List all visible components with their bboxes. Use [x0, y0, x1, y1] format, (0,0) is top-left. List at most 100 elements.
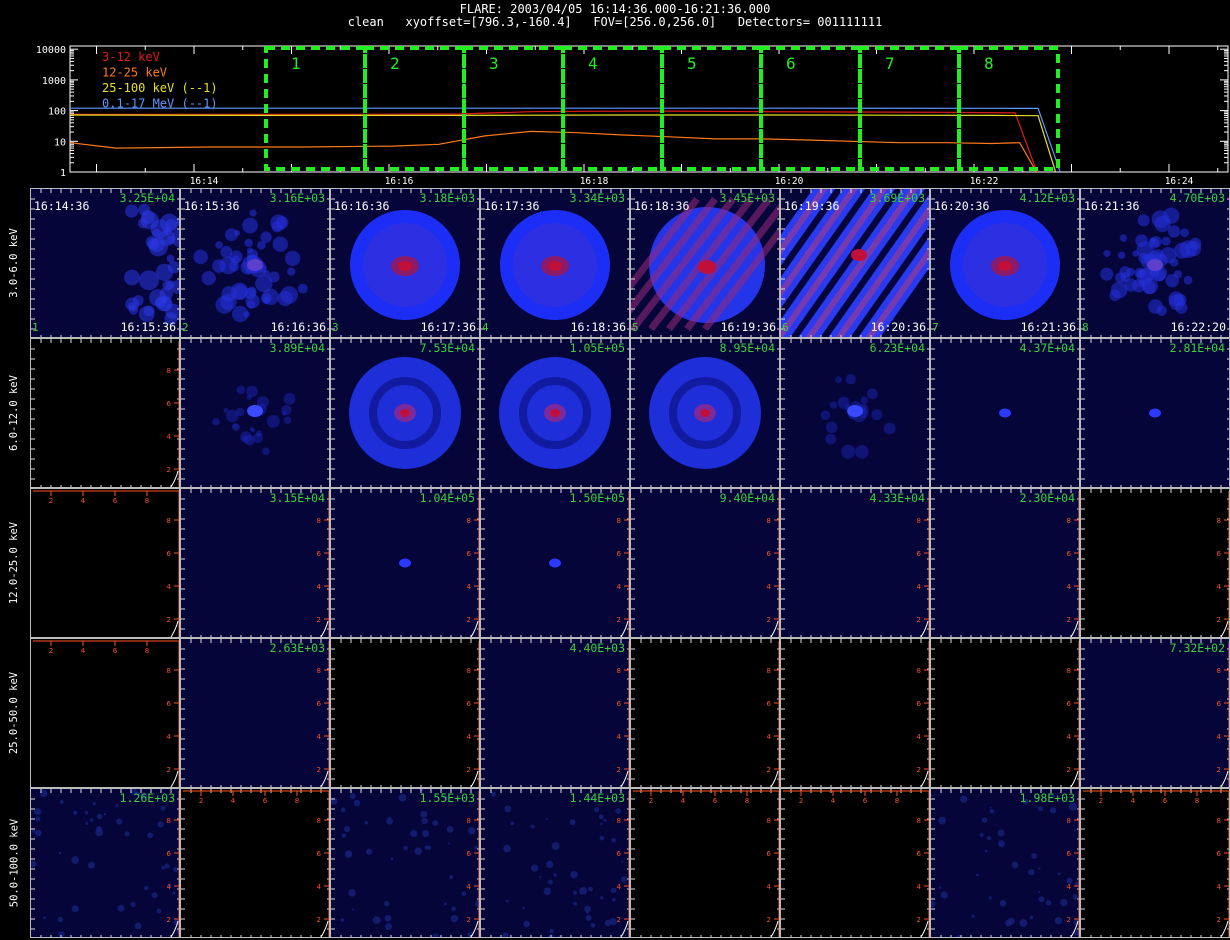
noise-speckle: [117, 904, 125, 912]
emission-speckle: [1183, 275, 1193, 285]
noise-speckle: [340, 807, 346, 813]
noise-speckle: [551, 842, 560, 851]
dummy-axis-label: 6: [467, 850, 472, 858]
noise-speckle: [573, 901, 578, 906]
image-cell: 3.89E+04: [180, 338, 330, 488]
image-cell: 2 4 6 8 2 4 6 8: [1080, 788, 1230, 938]
dummy-axis-label: 2: [167, 466, 171, 474]
dummy-axis-label: 8: [1217, 517, 1221, 525]
image-canvas: 2 4 6 8: [331, 789, 479, 937]
end-time-label: 16:17:36: [420, 320, 476, 334]
dummy-axis-label: 8: [1067, 667, 1071, 675]
dummy-axis-label: 2: [1217, 616, 1221, 624]
noise-speckle: [503, 844, 511, 853]
noise-speckle: [446, 825, 454, 833]
noise-speckle: [1038, 867, 1041, 870]
image-canvas: 2 4 6 8 2 4 6 8: [33, 640, 179, 787]
dummy-axis-label: 8: [767, 817, 771, 825]
image-cell: 16:17:36 4 16:18:36 3.34E+03: [480, 188, 630, 338]
emission-speckle: [841, 444, 856, 459]
emission-speckle: [245, 293, 260, 309]
image-cell: 2 4 6 8: [780, 638, 930, 788]
emission-speckle: [242, 217, 258, 234]
dummy-axis-label: 8: [167, 367, 171, 375]
image-cell: 1.05E+05: [480, 338, 630, 488]
noise-speckle: [161, 865, 166, 870]
dummy-axis-label: 8: [295, 797, 299, 805]
emission-speckle: [138, 203, 151, 216]
dummy-axis-label: 4: [167, 583, 172, 591]
dummy-axis-label: 4: [467, 733, 472, 741]
noise-speckle: [997, 829, 1005, 837]
emission-speckle: [1161, 236, 1171, 246]
noise-speckle: [422, 830, 430, 838]
dummy-axis-label: 2: [917, 766, 921, 774]
noise-speckle: [343, 825, 351, 833]
noise-speckle: [451, 906, 456, 912]
noise-speckle: [71, 905, 79, 913]
noise-speckle: [598, 814, 604, 820]
noise-speckle: [522, 906, 525, 910]
noise-speckle: [976, 873, 979, 877]
noise-speckle: [414, 847, 423, 855]
emission-speckle: [1137, 214, 1150, 227]
dummy-axis-label: 2: [767, 616, 771, 624]
noise-speckle: [450, 914, 459, 923]
image-cell: 16:21:36 8 16:22:20 4.70E+03: [1080, 188, 1230, 338]
noise-speckle: [88, 861, 96, 869]
frame-number-label: 6: [782, 321, 789, 334]
noise-speckle: [505, 899, 509, 903]
dummy-axis-label: 2: [649, 797, 653, 805]
lightcurve-frame: [69, 45, 1229, 173]
noise-speckle: [600, 822, 603, 826]
frame-number-label: 4: [482, 321, 489, 334]
image-canvas: 2 4 6 8 2 4 6 8: [181, 789, 329, 937]
source-core: [998, 261, 1012, 271]
peak-value-label: 1.05E+05: [569, 341, 625, 355]
image-background: [781, 489, 929, 637]
emission-speckle: [272, 236, 289, 252]
dummy-axis-label: 4: [317, 733, 322, 741]
emission-speckle: [262, 447, 270, 456]
dummy-axis-label: 6: [1217, 550, 1222, 558]
dummy-axis-label: 4: [617, 733, 622, 741]
noise-speckle: [1060, 898, 1068, 907]
emission-speckle: [860, 396, 869, 405]
dummy-axis-label: 8: [317, 517, 321, 525]
noise-speckle: [447, 842, 451, 845]
emission-speckle: [1100, 267, 1114, 281]
noise-speckle: [938, 816, 947, 825]
end-time-label: 16:19:36: [720, 320, 776, 334]
dummy-axis-label: 6: [317, 700, 322, 708]
emission-speckle: [224, 228, 238, 242]
image-cell: 2 4 6 8 2 4 6 8: [30, 638, 180, 788]
emission-speckle: [137, 218, 149, 229]
emission-speckle: [1154, 215, 1171, 233]
peak-value-label: 3.69E+03: [869, 191, 925, 205]
peak-value-label: 3.16E+03: [269, 191, 325, 205]
noise-speckle: [341, 833, 347, 838]
noise-speckle: [348, 889, 356, 897]
source-core: [851, 249, 867, 261]
dummy-axis-label: 4: [167, 883, 172, 891]
dummy-axis-label: 4: [231, 797, 236, 805]
dummy-axis-label: 6: [113, 647, 118, 655]
noise-speckle: [1049, 807, 1057, 814]
noise-speckle: [1038, 890, 1041, 893]
noise-speckle: [71, 856, 80, 864]
noise-speckle: [59, 799, 64, 805]
dummy-axis-label: 8: [767, 667, 771, 675]
image-background: [181, 639, 329, 787]
noise-speckle: [151, 892, 158, 899]
source-core: [247, 405, 263, 417]
dummy-axis-label: 6: [713, 797, 718, 805]
dummy-axis-label: 8: [167, 667, 171, 675]
dummy-axis-label: 6: [317, 550, 322, 558]
end-time-label: 16:22:20: [1170, 320, 1226, 334]
emission-speckle: [124, 269, 140, 286]
noise-speckle: [364, 820, 369, 825]
noise-speckle: [43, 916, 47, 920]
noise-speckle: [1073, 919, 1079, 926]
noise-speckle: [84, 811, 89, 815]
dummy-axis-label: 8: [917, 817, 921, 825]
